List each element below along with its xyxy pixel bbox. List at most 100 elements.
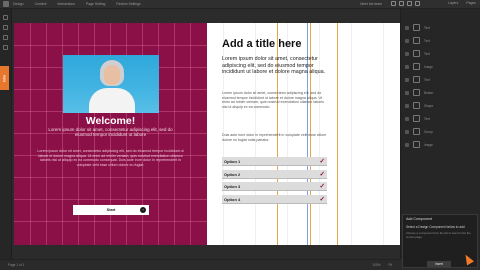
shape-icon[interactable] <box>3 45 8 50</box>
zoom-level[interactable]: 100% <box>372 263 380 267</box>
tab-layers[interactable]: Layers <box>448 1 458 5</box>
menu-item-content[interactable]: Content <box>35 2 47 6</box>
layer-item[interactable]: Shape <box>405 99 479 112</box>
menu-item-interactions[interactable]: Interactions <box>57 2 75 6</box>
zoom-controls: 100% Fit <box>364 263 392 267</box>
photo-body <box>89 88 135 113</box>
option-item[interactable]: Option 4 ✓ <box>222 195 327 205</box>
left-sidebar: Intro <box>0 9 12 259</box>
app-window: Design Content Interactions Page Setting… <box>0 0 480 270</box>
intro-panel: Welcome! Lorem ipsum dolor sit amet, con… <box>14 23 207 245</box>
status-bar: Page 1 of 1 100% Fit <box>0 259 400 270</box>
layer-thumbnail-icon <box>413 24 420 31</box>
menu-item-design[interactable]: Design <box>13 2 24 6</box>
welcome-subheading[interactable]: Lorem ipsum dolor sit amet, consectetur … <box>44 127 177 137</box>
preview-icon[interactable] <box>407 1 412 6</box>
visibility-icon[interactable] <box>405 25 409 30</box>
layer-thumbnail-icon <box>413 50 420 57</box>
photo-face <box>104 65 120 85</box>
layer-item[interactable]: Image <box>405 60 479 73</box>
visibility-icon[interactable] <box>405 90 409 95</box>
layer-label: Text <box>424 51 430 56</box>
option-label: Option 2 <box>224 171 241 177</box>
layer-item[interactable]: Text <box>405 21 479 34</box>
document-title: Meet the team <box>360 1 382 6</box>
layer-item[interactable]: Image <box>405 138 479 151</box>
layer-label: Image <box>424 64 433 69</box>
checkmark-icon: ✓ <box>319 170 325 178</box>
layer-item[interactable]: Button <box>405 86 479 99</box>
option-item[interactable]: Option 2 ✓ <box>222 169 327 179</box>
undo-icon[interactable] <box>391 1 396 6</box>
body-paragraph-2[interactable]: Duis aute irure dolor in reprehenderit i… <box>222 133 330 142</box>
layer-item[interactable]: Text <box>405 47 479 60</box>
layer-thumbnail-icon <box>413 76 420 83</box>
text-icon[interactable] <box>3 25 8 30</box>
options-list: Option 1 ✓ Option 2 ✓ Option 3 ✓ Option … <box>222 157 327 208</box>
layer-label: Text <box>424 116 430 121</box>
dialog-description: Choose a component from the list to inse… <box>406 231 471 239</box>
intro-tab[interactable]: Intro <box>0 66 9 90</box>
checkmark-icon: ✓ <box>319 158 325 165</box>
welcome-heading[interactable]: Welcome! <box>14 115 207 127</box>
fit-button[interactable]: Fit <box>388 263 392 267</box>
page-indicator: Page 1 of 1 <box>8 263 25 267</box>
arrow-right-icon: › <box>140 207 146 213</box>
start-button-label: Start <box>106 208 116 212</box>
page-title[interactable]: Add a title here <box>222 38 301 50</box>
tab-pages[interactable]: Pages <box>466 1 476 5</box>
layer-thumbnail-icon <box>413 89 420 96</box>
option-label: Option 4 <box>224 197 241 203</box>
content-panel: Add a title here Lorem ipsum dolor sit a… <box>207 23 400 245</box>
option-label: Option 1 <box>224 159 241 164</box>
app-logo-icon <box>3 1 9 7</box>
layer-label: Text <box>424 25 430 30</box>
canvas[interactable]: Welcome! Lorem ipsum dolor sit amet, con… <box>14 23 400 245</box>
toolbar-right: Meet the team <box>360 1 420 6</box>
guide-line[interactable] <box>337 23 338 245</box>
option-item[interactable]: Option 1 ✓ <box>222 157 327 166</box>
dialog-message: Select a Design Component below to add <box>406 225 465 229</box>
add-icon[interactable] <box>3 15 8 20</box>
layer-label: Shape <box>424 103 434 108</box>
visibility-icon[interactable] <box>405 77 409 82</box>
layer-item[interactable]: Group <box>405 125 479 138</box>
layer-label: Image <box>424 142 433 147</box>
visibility-icon[interactable] <box>405 38 409 43</box>
panel-tabs: Layers Pages <box>440 1 476 5</box>
layer-thumbnail-icon <box>413 115 420 122</box>
visibility-icon[interactable] <box>405 64 409 69</box>
layer-thumbnail-icon <box>413 141 420 148</box>
intro-body-text[interactable]: Lorem ipsum dolor sit amet, consectetur … <box>33 149 188 168</box>
visibility-icon[interactable] <box>405 129 409 134</box>
layer-thumbnail-icon <box>413 102 420 109</box>
lead-paragraph[interactable]: Lorem ipsum dolor sit amet, consectetur … <box>222 56 334 76</box>
option-item[interactable]: Option 3 ✓ <box>222 182 327 192</box>
redo-icon[interactable] <box>399 1 404 6</box>
menu-item-review-settings[interactable]: Review Settings <box>116 2 140 6</box>
dialog-title: Add Component <box>406 217 432 221</box>
layer-label: Text <box>424 77 430 82</box>
layer-thumbnail-icon <box>413 128 420 135</box>
layer-label: Button <box>424 90 434 95</box>
visibility-icon[interactable] <box>405 51 409 56</box>
visibility-icon[interactable] <box>405 116 409 121</box>
menu-item-page-setting[interactable]: Page Setting <box>86 2 105 6</box>
insert-button[interactable]: Insert <box>427 261 451 267</box>
layer-item[interactable]: Text <box>405 112 479 125</box>
layer-thumbnail-icon <box>413 37 420 44</box>
settings-icon[interactable] <box>415 1 420 6</box>
layer-label: Group <box>424 129 433 134</box>
visibility-icon[interactable] <box>405 103 409 108</box>
menu-bar: Design Content Interactions Page Setting… <box>0 0 480 9</box>
body-paragraph[interactable]: Lorem ipsum dolor sit amet, consectetur … <box>222 91 330 109</box>
layer-thumbnail-icon <box>413 63 420 70</box>
layer-item[interactable]: Text <box>405 73 479 86</box>
layer-item[interactable]: Text <box>405 34 479 47</box>
image-icon[interactable] <box>3 35 8 40</box>
hero-photo[interactable] <box>63 55 159 113</box>
checkmark-icon: ✓ <box>319 183 325 191</box>
visibility-icon[interactable] <box>405 142 409 147</box>
start-button[interactable]: Start › <box>73 205 149 215</box>
option-label: Option 3 <box>224 184 241 190</box>
